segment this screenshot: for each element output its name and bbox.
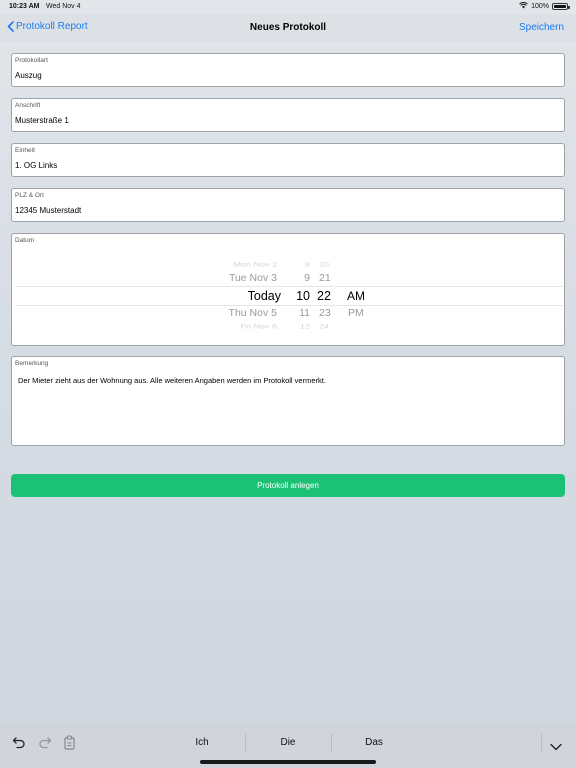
protokollart-field[interactable]: Protokollart Auszug (11, 53, 565, 87)
undo-icon[interactable] (12, 735, 26, 754)
save-button[interactable]: Speichern (519, 22, 564, 33)
picker-day-option[interactable]: Fri Nov 6 (240, 322, 277, 330)
page-title: Neues Protokoll (249, 22, 327, 33)
suggestion-divider (541, 734, 542, 752)
plz-ort-value[interactable]: 12345 Musterstadt (15, 206, 81, 215)
anschrift-label: Anschrift (15, 102, 41, 109)
picker-minute-option[interactable]: 21 (319, 272, 331, 284)
date-time-picker[interactable]: Mon Nov 2 Tue Nov 3 Today Thu Nov 5 Fri … (12, 254, 566, 330)
datum-field: Datum Mon Nov 2 Tue Nov 3 Today Thu Nov … (11, 233, 565, 346)
status-indicators: 100% (519, 2, 570, 11)
status-time: 10:23 AM (9, 3, 40, 10)
plz-ort-label: PLZ & Ort (15, 192, 44, 199)
paste-icon[interactable] (63, 735, 77, 755)
picker-minute-option[interactable]: 24 (319, 322, 329, 330)
picker-am-selected[interactable]: AM (347, 289, 365, 303)
anschrift-value[interactable]: Musterstraße 1 (15, 116, 69, 125)
picker-minute-option[interactable]: 23 (319, 307, 331, 319)
protokollart-label: Protokollart (15, 57, 48, 64)
einheit-value[interactable]: 1. OG Links (15, 161, 57, 170)
einheit-field[interactable]: Einheit 1. OG Links (11, 143, 565, 177)
picker-day-option[interactable]: Tue Nov 3 (229, 272, 277, 284)
anschrift-field[interactable]: Anschrift Musterstraße 1 (11, 98, 565, 132)
picker-hour-option[interactable]: 8 (305, 260, 310, 268)
suggestion-das[interactable]: Das (331, 737, 417, 748)
picker-hour-option[interactable]: 12 (300, 322, 310, 330)
home-indicator[interactable] (200, 760, 376, 764)
picker-minute-selected[interactable]: 22 (317, 289, 331, 303)
picker-hour-option[interactable]: 9 (304, 272, 310, 284)
bemerkung-label: Bemerkung (15, 360, 49, 367)
einheit-label: Einheit (15, 147, 35, 154)
picker-minute-option[interactable]: 20 (319, 260, 329, 268)
wifi-icon (519, 2, 528, 11)
picker-hour-selected[interactable]: 10 (296, 289, 310, 303)
battery-icon (552, 3, 570, 10)
suggestion-ich[interactable]: Ich (159, 737, 245, 748)
navigation-bar: Protokoll Report Neues Protokoll Speiche… (0, 14, 576, 42)
plz-ort-field[interactable]: PLZ & Ort 12345 Musterstadt (11, 188, 565, 222)
datum-label: Datum (15, 237, 35, 244)
redo-icon[interactable] (38, 735, 52, 754)
status-date: Wed Nov 4 (46, 3, 81, 10)
picker-selection-band (15, 286, 563, 306)
bemerkung-textarea[interactable]: Der Mieter zieht aus der Wohnung aus. Al… (18, 376, 326, 385)
status-bar: 10:23 AM Wed Nov 4 100% (0, 0, 576, 14)
picker-pm-option[interactable]: PM (348, 307, 364, 319)
picker-day-selected[interactable]: Today (248, 289, 281, 303)
picker-hour-option[interactable]: 11 (299, 307, 310, 319)
protokollart-value[interactable]: Auszug (15, 71, 42, 80)
battery-percent: 100% (531, 3, 549, 10)
bemerkung-field[interactable]: Bemerkung Der Mieter zieht aus der Wohnu… (11, 356, 565, 446)
dismiss-keyboard-icon[interactable] (550, 738, 562, 756)
picker-day-option[interactable]: Mon Nov 2 (233, 260, 277, 268)
protokoll-anlegen-button[interactable]: Protokoll anlegen (11, 474, 565, 497)
picker-day-option[interactable]: Thu Nov 5 (229, 307, 277, 319)
suggestion-die[interactable]: Die (245, 737, 331, 748)
